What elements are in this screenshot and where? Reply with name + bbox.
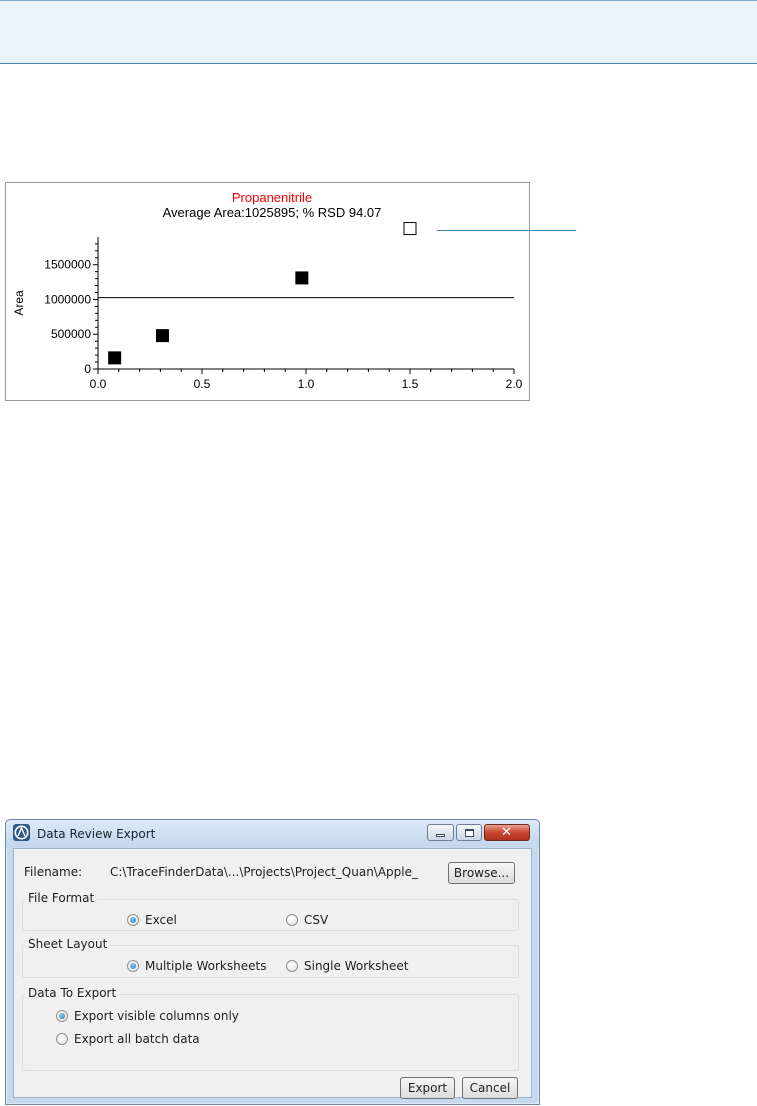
chart-subtitle: Average Area:1025895; % RSD 94.07 [163,205,382,220]
csv-label[interactable]: CSV [304,913,328,927]
multiple-worksheets-radio[interactable] [127,960,139,972]
single-worksheet-label[interactable]: Single Worksheet [304,959,408,973]
maximize-icon [465,829,474,837]
export-visible-columns-radio[interactable] [56,1010,68,1022]
filename-value[interactable]: C:\TraceFinderData\...\Projects\Project_… [110,865,418,879]
data-point [155,329,169,343]
export-visible-columns-label[interactable]: Export visible columns only [74,1009,239,1023]
minimize-button[interactable] [427,824,454,841]
single-worksheet-radio[interactable] [286,960,298,972]
callout-line [437,230,576,231]
multiple-worksheets-label[interactable]: Multiple Worksheets [145,959,266,973]
x-tick-label: 1.5 [402,377,419,391]
data-point [295,271,309,285]
chart-frame: Propanenitrile Average Area:1025895; % R… [5,182,530,401]
export-all-batch-label[interactable]: Export all batch data [74,1032,200,1046]
data-point [108,351,122,365]
area-scatter-chart: Propanenitrile Average Area:1025895; % R… [12,190,523,391]
x-tick-label: 2.0 [506,377,523,391]
sheet-layout-title: Sheet Layout [25,937,111,951]
data-review-export-dialog: Data Review Export ✕ Filename: C:\TraceF… [5,819,540,1105]
browse-button[interactable]: Browse... [448,862,515,884]
x-tick-label: 0.0 [90,377,107,391]
dialog-title: Data Review Export [37,827,156,841]
x-tick-label: 0.5 [194,377,211,391]
sheet-layout-group: Sheet Layout Multiple Worksheets Single … [22,937,519,978]
file-format-title: File Format [25,891,98,905]
filename-label: Filename: [24,865,83,879]
data-to-export-group: Data To Export Export visible columns on… [22,986,519,1071]
excluded-data-point [403,222,417,236]
export-button[interactable]: Export [400,1077,455,1099]
dialog-body: Filename: C:\TraceFinderData\...\Project… [13,848,532,1099]
y-tick-label: 500000 [51,327,91,341]
y-tick-label: 1000000 [44,292,91,306]
y-tick-label: 1500000 [44,258,91,272]
close-icon: ✕ [501,825,512,840]
chart-title: Propanenitrile [232,190,312,205]
excel-radio[interactable] [127,914,139,926]
close-button[interactable]: ✕ [484,824,530,841]
data-to-export-title: Data To Export [25,986,120,1000]
app-icon [13,824,30,841]
header-band [0,0,757,64]
cancel-button[interactable]: Cancel [462,1077,518,1099]
file-format-group: File Format Excel CSV [22,891,519,931]
excel-label[interactable]: Excel [145,913,177,927]
csv-radio[interactable] [286,914,298,926]
x-tick-label: 1.0 [298,377,315,391]
y-tick-label: 0 [84,362,91,376]
dialog-titlebar[interactable]: Data Review Export ✕ [6,820,539,847]
minimize-icon [436,834,445,837]
maximize-button[interactable] [456,824,482,841]
y-axis-label: Area [12,290,26,316]
export-all-batch-radio[interactable] [56,1033,68,1045]
